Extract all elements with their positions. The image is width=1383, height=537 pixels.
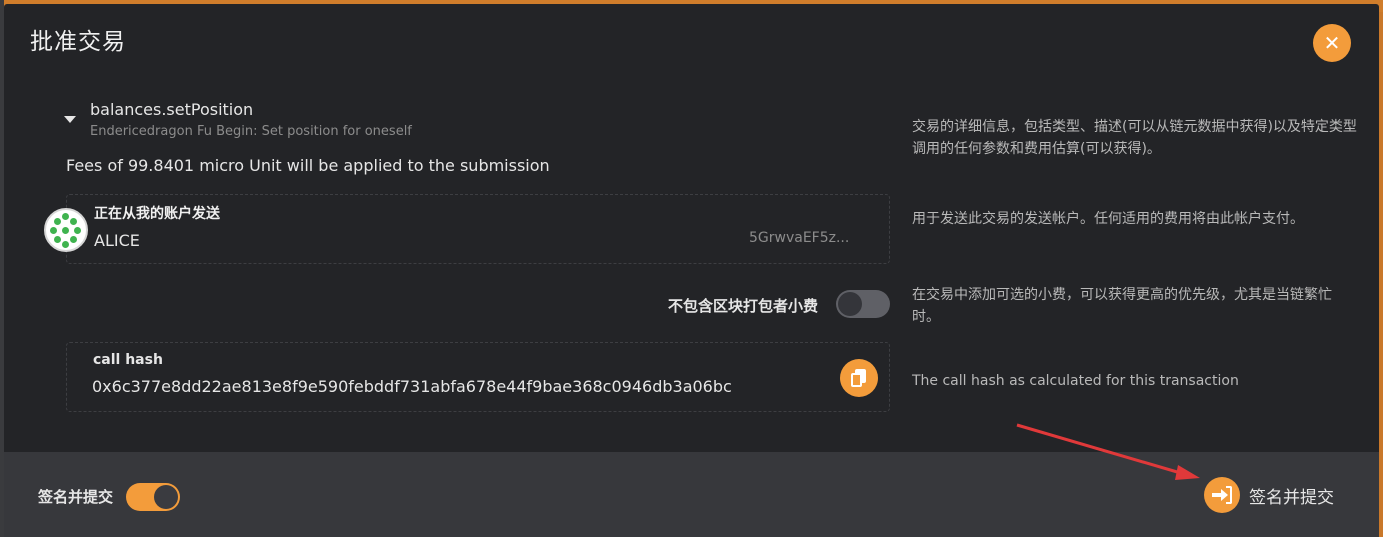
approve-transaction-modal: 批准交易 ✕ balances.setPosition Endericedrag… — [4, 4, 1379, 537]
call-help-text: 交易的详细信息，包括类型、描述(可以从链元数据中获得)以及特定类型调用的任何参数… — [912, 119, 1357, 157]
chevron-down-icon[interactable] — [64, 116, 76, 123]
sign-in-icon — [1204, 477, 1240, 513]
call-method: balances.setPosition — [90, 100, 254, 119]
tip-help-text: 在交易中添加可选的小费，可以获得更高的优先级，尤其是当链繁忙时。 — [912, 287, 1332, 325]
sign-and-submit-toggle[interactable] — [126, 483, 180, 511]
close-icon: ✕ — [1323, 31, 1341, 55]
close-button[interactable]: ✕ — [1313, 24, 1351, 62]
modal-title: 批准交易 — [30, 29, 126, 55]
call-hash-label: call hash — [93, 352, 163, 368]
sending-account-label: 正在从我的账户发送 — [94, 206, 220, 222]
toggle-knob — [838, 292, 862, 316]
sign-and-submit-button[interactable]: 签名并提交 — [1204, 477, 1334, 513]
tip-toggle[interactable] — [836, 290, 890, 318]
copy-hash-button[interactable] — [840, 359, 878, 397]
account-help-text: 用于发送此交易的发送帐户。任何适用的费用将由此帐户支付。 — [912, 211, 1304, 227]
account-avatar-icon — [44, 208, 88, 252]
submit-button-label: 签名并提交 — [1249, 487, 1334, 508]
modal-footer: 签名并提交 签名并提交 — [4, 452, 1379, 537]
call-description: Endericedragon Fu Begin: Set position fo… — [90, 124, 412, 139]
fees-info: Fees of 99.8401 micro Unit will be appli… — [66, 156, 550, 175]
tip-toggle-label: 不包含区块打包者小费 — [668, 297, 819, 315]
call-hash-help-text: The call hash as calculated for this tra… — [912, 373, 1239, 389]
account-name: ALICE — [94, 231, 140, 250]
sign-toggle-label: 签名并提交 — [38, 488, 114, 506]
account-address: 5GrwvaEF5z... — [749, 230, 850, 246]
call-hash-value[interactable]: 0x6c377e8dd22ae813e8f9e590febddf731abfa6… — [92, 377, 732, 396]
toggle-knob — [154, 485, 178, 509]
